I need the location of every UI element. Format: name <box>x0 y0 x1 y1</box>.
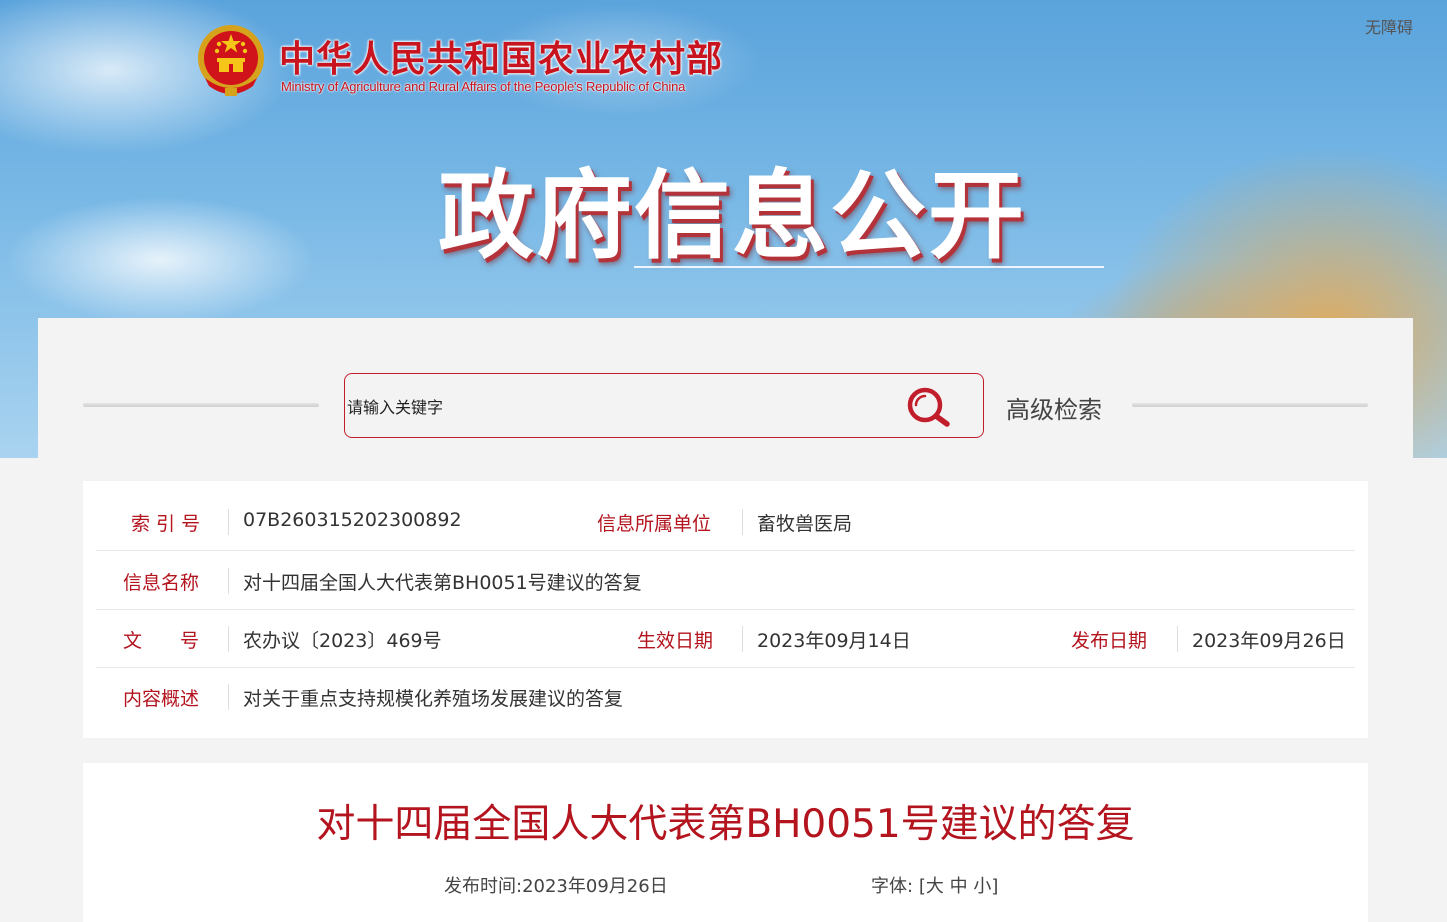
name-value: 对十四届全国人大代表第BH0051号建议的答复 <box>243 572 642 594</box>
summary-value: 对关于重点支持规模化养殖场发展建议的答复 <box>243 688 624 710</box>
index-label: 索 引 号 <box>131 513 201 535</box>
divider <box>228 568 229 594</box>
font-bracket-close: ] <box>991 876 999 897</box>
divider <box>1177 626 1178 652</box>
summary-label: 内容概述 <box>123 688 200 710</box>
effective-date-label: 生效日期 <box>637 630 714 652</box>
info-row-index: 索 引 号 07B260315202300892 信息所属单位 畜牧兽医局 <box>96 493 1355 551</box>
accessibility-link[interactable]: 无障碍 <box>1365 14 1413 38</box>
ministry-logo-cn[interactable]: 中华人民共和国农业农村部 <box>279 30 723 82</box>
unit-value: 畜牧兽医局 <box>757 513 853 535</box>
index-value: 07B260315202300892 <box>243 509 462 531</box>
divider <box>742 509 743 535</box>
font-size-small-button[interactable]: 小 <box>973 876 991 897</box>
font-size-control: 字体: [大 中 小] <box>871 872 998 898</box>
doc-number-value: 农办议〔2023〕469号 <box>243 630 442 652</box>
article-card: 对十四届全国人大代表第BH0051号建议的答复 发布时间:2023年09月26日… <box>83 763 1368 922</box>
divider <box>228 626 229 652</box>
search-divider-left <box>83 403 319 407</box>
publish-date-label: 发布日期 <box>1071 630 1148 652</box>
font-size-large-button[interactable]: 大 <box>926 876 944 897</box>
info-row-summary: 内容概述 对关于重点支持规模化养殖场发展建议的答复 <box>96 668 1355 726</box>
section-title: 政府信息公开 <box>438 160 1026 272</box>
ministry-logo-en[interactable]: Ministry of Agriculture and Rural Affair… <box>281 79 685 94</box>
search-box <box>344 373 984 438</box>
font-size-label: 字体: <box>871 876 914 897</box>
national-emblem-icon <box>198 25 264 96</box>
search-divider-right <box>1132 403 1368 407</box>
name-label: 信息名称 <box>123 572 200 594</box>
font-bracket-open: [ <box>918 876 926 897</box>
unit-label: 信息所属单位 <box>597 513 712 535</box>
title-underline <box>634 266 1104 268</box>
font-size-medium-button[interactable]: 中 <box>950 876 968 897</box>
doc-number-label: 文 号 <box>123 630 200 652</box>
publish-date-value: 2023年09月26日 <box>1192 630 1346 652</box>
divider <box>228 509 229 535</box>
advanced-search-link[interactable]: 高级检索 <box>1006 390 1102 425</box>
article-title: 对十四届全国人大代表第BH0051号建议的答复 <box>316 802 1135 847</box>
info-panel: 索 引 号 07B260315202300892 信息所属单位 畜牧兽医局 信息… <box>83 481 1368 738</box>
info-row-doc: 文 号 农办议〔2023〕469号 生效日期 2023年09月14日 发布日期 … <box>96 610 1355 668</box>
search-icon[interactable] <box>905 385 953 429</box>
publish-time: 发布时间:2023年09月26日 <box>444 872 668 898</box>
search-input[interactable] <box>347 394 887 420</box>
divider <box>742 626 743 652</box>
publish-time-value: 2023年09月26日 <box>522 876 668 897</box>
publish-time-label: 发布时间: <box>444 876 523 897</box>
divider <box>228 684 229 710</box>
effective-date-value: 2023年09月14日 <box>757 630 911 652</box>
info-row-name: 信息名称 对十四届全国人大代表第BH0051号建议的答复 <box>96 552 1355 610</box>
